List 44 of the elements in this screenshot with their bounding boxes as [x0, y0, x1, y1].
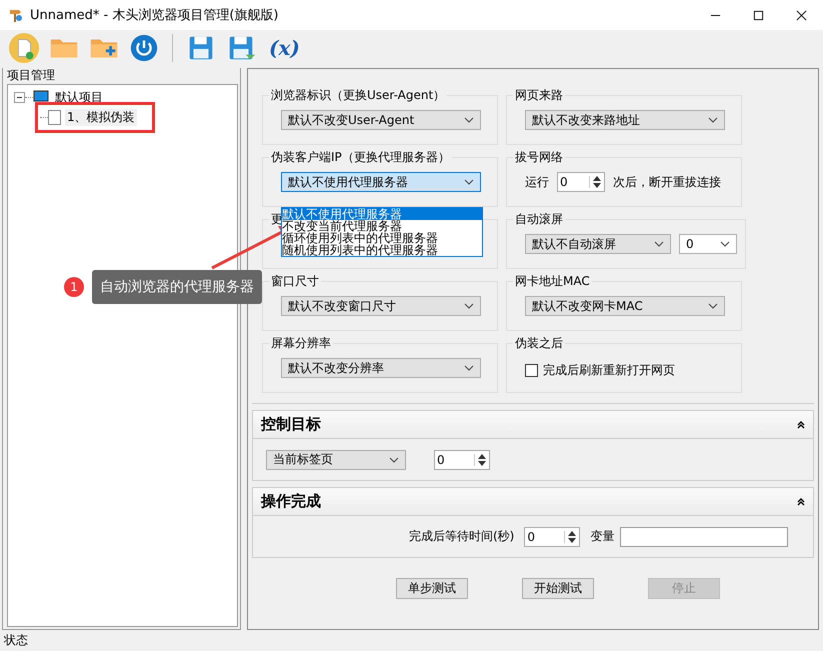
dropdown-option[interactable]: 循环使用列表中的代理服务器 — [282, 232, 482, 244]
dropdown-option[interactable]: 随机使用列表中的代理服务器 — [282, 244, 482, 256]
group-label: 窗口尺寸 — [270, 273, 320, 290]
group-label: 伪装客户端IP（更换代理服务器） — [270, 149, 451, 166]
annotation-tooltip: 自动浏览器的代理服务器 — [92, 270, 262, 304]
number-spinner[interactable]: 0 — [434, 450, 490, 470]
field-label: 变量 — [590, 528, 614, 545]
variable-button[interactable]: (x) — [269, 36, 300, 60]
field-label: 次后，断开重拔连接 — [613, 174, 721, 190]
dropdown[interactable]: 默认不自动滚屏 — [525, 234, 671, 254]
group-label: 更 — [270, 212, 283, 226]
dropdown[interactable]: 默认不改变User-Agent — [281, 110, 481, 130]
dropdown[interactable]: 默认不改变来路地址 — [525, 110, 725, 130]
group-label: 屏幕分辨率 — [270, 335, 332, 352]
window-title: Unnamed* - 木头浏览器项目管理(旗舰版) — [30, 7, 278, 24]
field-label: 运行 — [525, 174, 549, 190]
dropdown-option[interactable]: 不改变当前代理服务器 — [282, 220, 482, 232]
group-label: 自动滚屏 — [514, 211, 564, 228]
field-label: 完成后等待时间(秒) — [409, 528, 514, 545]
panel-title: 项目管理 — [6, 68, 56, 82]
section-header[interactable]: 操作完成 — [253, 488, 813, 516]
dropdown[interactable]: 默认不改变窗口尺寸 — [281, 296, 481, 316]
number-spinner[interactable]: 0 — [524, 526, 580, 546]
dropdown[interactable]: 当前标签页 — [266, 450, 406, 470]
dropdown-option[interactable]: 默认不使用代理服务器 — [282, 208, 482, 220]
status-text: 状态 — [4, 632, 28, 649]
tree-item[interactable]: 1、模拟伪装 — [65, 109, 137, 126]
action-button[interactable]: 单步测试 — [396, 578, 468, 599]
tree-item[interactable]: 默认项目 — [53, 89, 105, 106]
section-title: 操作完成 — [261, 492, 322, 511]
dropdown[interactable]: 默认不改变网卡MAC — [525, 296, 725, 316]
section-title: 控制目标 — [261, 415, 322, 434]
group-label: 伪装之后 — [514, 335, 564, 352]
group-label: 拔号网络 — [514, 149, 564, 166]
group-label: 浏览器标识（更换User-Agent） — [270, 87, 446, 104]
dropdown[interactable]: 0 — [679, 234, 737, 254]
section-header[interactable]: 控制目标 — [253, 411, 813, 439]
number-spinner[interactable]: 0 — [557, 172, 605, 192]
group-label: 网卡地址MAC — [514, 273, 591, 290]
group-label: 网页来路 — [514, 87, 564, 104]
dropdown[interactable]: 默认不改变分辨率 — [281, 358, 481, 378]
dropdown[interactable]: 默认不使用代理服务器 — [281, 172, 481, 192]
checkbox-label[interactable]: 完成后刷新重新打开网页 — [543, 362, 675, 379]
action-button[interactable]: 开始测试 — [522, 578, 594, 599]
